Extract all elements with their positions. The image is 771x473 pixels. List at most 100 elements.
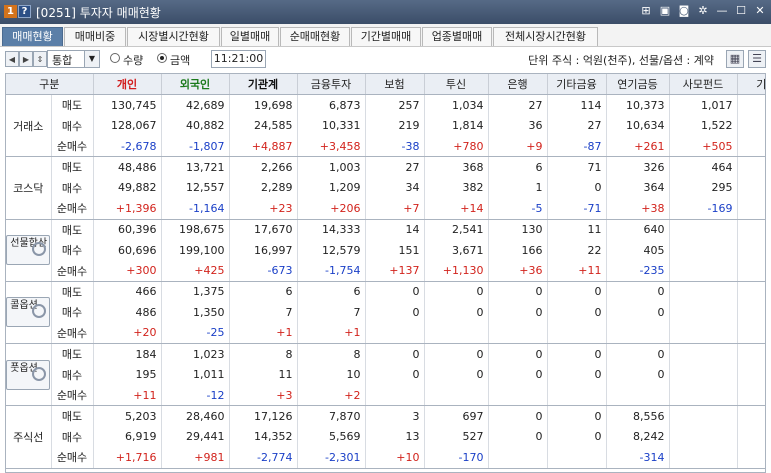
value-cell: 466 [93, 281, 162, 302]
tab-trading-ratio[interactable]: 매매비중 [64, 27, 126, 46]
value-cell: 6 [297, 281, 366, 302]
radio-amount[interactable] [157, 53, 167, 63]
toolbar: ◀ ▶ ⇕ 통합 ▼ 수량 금액 11:21:00 단위 주식 : 억원(천주)… [0, 47, 771, 72]
table-row[interactable]: 순매수+1,396-1,164+23+206+7+14-5-71+38-169-… [6, 198, 765, 220]
tab-net-trading[interactable]: 순매매현황 [280, 27, 350, 46]
value-cell: +23 [229, 198, 298, 220]
row-type-label: 매수 [51, 302, 94, 323]
row-type-label: 순매수 [51, 447, 94, 469]
tab-daily-trading[interactable]: 일별매매 [221, 27, 279, 46]
tab-trading-status[interactable]: 매매현황 [2, 27, 63, 46]
table-row[interactable]: 매수 60,696 199,100 16,997 12,579 151 3,671 166 22… [6, 239, 765, 261]
minimize-icon[interactable]: — [715, 4, 729, 18]
help-badge[interactable]: ? [18, 5, 31, 18]
table-row[interactable]: 매수 128,067 40,882 24,585 10,331 219 1,814 36 27 1… [6, 115, 765, 136]
tab-all-market-time[interactable]: 전체시장시간현황 [493, 27, 598, 46]
value-cell: +137 [365, 260, 425, 282]
group-toggle-button[interactable]: 풋옵션 [6, 359, 50, 390]
tab-market-time-status[interactable]: 시장별시간현황 [127, 27, 220, 46]
table-row[interactable]: 콜옵션매도4661,375660000021 [6, 281, 765, 345]
table-row[interactable]: 매수49,88212,5572,2891,2093438210364295513 [6, 177, 765, 199]
value-cell: 0 [365, 281, 425, 302]
table-row[interactable]: 순매수+20-25+1+1+5 [6, 322, 765, 344]
value-cell [365, 322, 425, 344]
table-row[interactable]: 풋옵션매도1841,02388000007 [6, 343, 765, 407]
value-cell: 14,333 [297, 219, 366, 240]
col-header-investment-trust[interactable]: 투신 [424, 74, 489, 95]
value-cell: 0 [365, 343, 425, 365]
value-cell [547, 322, 607, 344]
col-header-institution[interactable]: 기관계 [229, 74, 298, 95]
chevron-down-icon[interactable]: ▼ [84, 51, 99, 67]
value-cell [669, 343, 738, 365]
investor-table: 구분 개인 외국인 기관계 금융투자 보험 투신 은행 기타금융 연기금등 사모… [6, 74, 765, 469]
tab-period-trading[interactable]: 기간별매매 [351, 27, 421, 46]
group-toggle-button[interactable]: 선물합산 [6, 235, 50, 266]
group-cell[interactable]: 풋옵션 [6, 343, 52, 407]
row-type-label: 순매수 [51, 322, 94, 344]
value-cell: -1,807 [161, 136, 230, 158]
market-select[interactable]: 통합 ▼ [47, 50, 100, 68]
value-cell [669, 281, 738, 302]
next-arrow-icon[interactable]: ▶ [19, 51, 33, 67]
row-type-label: 매수 [51, 177, 94, 199]
col-header-foreign[interactable]: 외국인 [161, 74, 230, 95]
group-cell[interactable]: 선물합산 [6, 219, 52, 282]
table-row[interactable]: 매수4861,350770000026 [6, 302, 765, 323]
table-row[interactable]: 순매수+1,716+981-2,774-2,301+10-170 -314 +77 [6, 447, 765, 469]
value-cell: 7,870 [297, 405, 366, 427]
camera-icon[interactable]: ◙ [677, 4, 691, 18]
value-cell: -25 [161, 322, 230, 344]
col-header-bank[interactable]: 은행 [488, 74, 548, 95]
value-cell: -5 [488, 198, 548, 220]
table-row[interactable]: 선물합산 매도 60,396 198,675 17,670 14,333 14 2,541 13… [6, 219, 765, 282]
value-cell: 8,556 [606, 405, 670, 427]
table-row[interactable]: 주식선매도5,20328,46017,1267,8703697008,55626… [6, 405, 765, 469]
value-cell: 184 [93, 343, 162, 365]
value-cell: 513 [737, 177, 765, 199]
maximize-icon[interactable]: ☐ [734, 4, 748, 18]
value-cell: +11 [93, 385, 162, 407]
group-label: 선물합산 [10, 238, 48, 250]
row-type-label: 순매수 [51, 198, 94, 220]
gear-icon[interactable]: ✲ [696, 4, 710, 18]
col-header-other-finance[interactable]: 기타금융 [547, 74, 607, 95]
col-header-other-corp[interactable]: 기타법인 [737, 74, 765, 95]
list-icon[interactable]: ☰ [748, 50, 766, 68]
pin-icon[interactable]: ⊞ [639, 4, 653, 18]
value-cell: -12 [161, 385, 230, 407]
col-header-insurance[interactable]: 보험 [365, 74, 425, 95]
group-toggle-button[interactable]: 콜옵션 [6, 297, 50, 328]
col-header-individual[interactable]: 개인 [93, 74, 162, 95]
grid-icon[interactable]: ▦ [726, 50, 744, 68]
value-cell: 0 [547, 364, 607, 385]
table-row[interactable]: 순매수 +300 +425 -673 -1,754 +137 +1,130 +36 +11 -23… [6, 260, 765, 282]
row-type-label: 매도 [51, 94, 94, 116]
value-cell: 34 [365, 177, 425, 199]
unit-label: 단위 주식 : 억원(천주), 선물/옵션 : 계약 [528, 54, 714, 67]
time-input[interactable]: 11:21:00 [211, 50, 266, 68]
table-row[interactable]: 매수6,91929,44114,3525,56913527008,242340 [6, 426, 765, 448]
prev-arrow-icon[interactable]: ◀ [5, 51, 19, 67]
radio-quantity[interactable] [110, 53, 120, 63]
close-icon[interactable]: ✕ [753, 4, 767, 18]
table-row[interactable]: 순매수 -2,678 -1,807 +4,887 +3,458 -38 +780 +9 -87 +… [6, 136, 765, 158]
table-row[interactable]: 거래소 매도 130,745 42,689 19,698 6,873 257 1,034 27 1… [6, 94, 765, 158]
value-cell: +77 [737, 447, 765, 469]
value-cell: 1,814 [424, 115, 489, 136]
col-header-financial-investment[interactable]: 금융투자 [297, 74, 366, 95]
group-cell: 코스닥 [6, 156, 52, 220]
tab-sector-trading[interactable]: 업종별매매 [422, 27, 492, 46]
value-cell: 2,567 [737, 94, 765, 116]
table-row[interactable]: 코스닥 매도 48,486 13,721 2,266 1,003 27 368 6 71 326 46… [6, 156, 765, 220]
table-row[interactable]: 순매수+11-12+3+2 -1 [6, 385, 765, 407]
copy-icon[interactable]: ▣ [658, 4, 672, 18]
table-row[interactable]: 매수1951,0111110000006 [6, 364, 765, 385]
group-cell[interactable]: 콜옵션 [6, 281, 52, 345]
value-cell [488, 447, 548, 469]
value-cell: 1,375 [161, 281, 230, 302]
col-header-private-fund[interactable]: 사모펀드 [669, 74, 738, 95]
screen-number-badge[interactable]: 1 [4, 5, 17, 18]
spin-updown-icon[interactable]: ⇕ [33, 51, 47, 67]
col-header-pension[interactable]: 연기금등 [606, 74, 670, 95]
